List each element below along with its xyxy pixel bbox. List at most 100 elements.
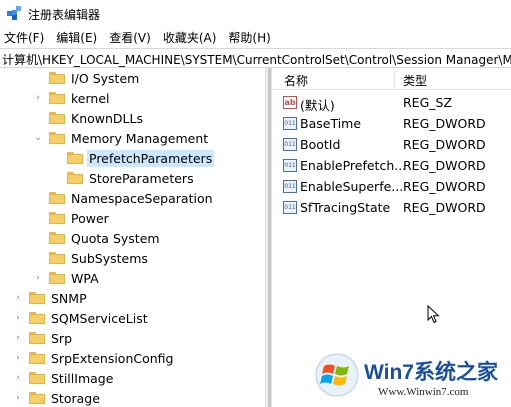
value-name: EnableSuperfe... xyxy=(300,179,404,194)
folder-icon xyxy=(29,312,45,324)
value-row-basetime[interactable]: 011 BaseTime REG_DWORD xyxy=(272,113,511,134)
value-row-enableprefetcher[interactable]: 011 EnablePrefetch... REG_DWORD xyxy=(272,155,511,176)
watermark-url: Www.Winwin7.com xyxy=(378,386,469,398)
tree-node-label: SQMServiceList xyxy=(51,310,148,326)
expand-arrow-icon[interactable]: › xyxy=(13,293,23,303)
tree-node-label: WPA xyxy=(71,270,99,286)
value-row-bootid[interactable]: 011 BootId REG_DWORD xyxy=(272,134,511,155)
value-name: EnablePrefetch... xyxy=(300,158,407,173)
expand-arrow-icon[interactable]: › xyxy=(13,393,23,403)
address-bar[interactable]: 计算机\HKEY_LOCAL_MACHINE\SYSTEM\CurrentCon… xyxy=(0,48,511,68)
expander[interactable] xyxy=(51,153,61,163)
menu-file[interactable]: 文件(F) xyxy=(0,29,50,46)
value-name: (默认) xyxy=(300,98,335,113)
value-name: BootId xyxy=(300,137,341,152)
tree-node-quota-system[interactable]: Quota System xyxy=(33,228,162,248)
tree-node-label: KnownDLLs xyxy=(71,110,143,126)
folder-icon xyxy=(49,252,65,264)
tree-node-wpa[interactable]: › WPA xyxy=(33,268,101,288)
tree-node-srp[interactable]: › Srp xyxy=(13,328,74,348)
menu-edit[interactable]: 编辑(E) xyxy=(50,29,103,46)
menu-favorites[interactable]: 收藏夹(A) xyxy=(157,29,223,46)
value-name: BaseTime xyxy=(300,116,362,131)
folder-icon xyxy=(29,332,45,344)
tree-node-io-system[interactable]: I/O System xyxy=(33,68,141,88)
tree-node-power[interactable]: Power xyxy=(33,208,111,228)
menu-bar: 文件(F) 编辑(E) 查看(V) 收藏夹(A) 帮助(H) xyxy=(0,27,511,47)
value-name: SfTracingState xyxy=(300,200,391,215)
tree-scrollbar[interactable] xyxy=(268,68,271,407)
dword-value-icon: 011 xyxy=(283,117,297,130)
expander[interactable] xyxy=(33,253,43,263)
expander[interactable] xyxy=(33,213,43,223)
tree-node-label: NamespaceSeparation xyxy=(71,190,213,206)
folder-icon xyxy=(49,112,65,124)
folder-icon xyxy=(49,92,65,104)
expander[interactable] xyxy=(33,113,43,123)
address-path[interactable]: 计算机\HKEY_LOCAL_MACHINE\SYSTEM\CurrentCon… xyxy=(2,51,511,67)
tree-node-label: SubSystems xyxy=(71,250,148,266)
folder-icon xyxy=(49,212,65,224)
key-tree-pane[interactable]: I/O System › kernel KnownDLLs ⌄ Memory M… xyxy=(0,68,265,407)
tree-node-memory-management[interactable]: ⌄ Memory Management xyxy=(33,128,210,148)
collapse-arrow-icon[interactable]: ⌄ xyxy=(33,133,43,143)
tree-node-label: PrefetchParameters xyxy=(87,149,215,167)
value-row-enablesuperfetch[interactable]: 011 EnableSuperfe... REG_DWORD xyxy=(272,176,511,197)
regedit-app-icon xyxy=(7,6,21,20)
watermark-brand: Win7系统之家 xyxy=(364,361,498,384)
folder-icon xyxy=(49,272,65,284)
value-type: REG_DWORD xyxy=(403,137,486,152)
folder-icon xyxy=(49,192,65,204)
dword-value-icon: 011 xyxy=(283,138,297,151)
tree-node-label: SNMP xyxy=(51,290,87,306)
expand-arrow-icon[interactable]: › xyxy=(33,93,43,103)
tree-node-storeparameters[interactable]: StoreParameters xyxy=(51,168,196,188)
expand-arrow-icon[interactable]: › xyxy=(13,333,23,343)
tree-node-knowndlls[interactable]: KnownDLLs xyxy=(33,108,145,128)
folder-icon xyxy=(49,72,65,84)
dword-value-icon: 011 xyxy=(283,201,297,214)
value-row-default[interactable]: ab (默认) REG_SZ xyxy=(272,92,511,113)
tree-node-subsystems[interactable]: SubSystems xyxy=(33,248,150,268)
expander[interactable] xyxy=(33,233,43,243)
expand-arrow-icon[interactable]: › xyxy=(13,353,23,363)
expand-arrow-icon[interactable]: › xyxy=(13,373,23,383)
menu-view[interactable]: 查看(V) xyxy=(103,29,157,46)
value-type: REG_DWORD xyxy=(403,158,486,173)
folder-icon xyxy=(67,152,83,164)
dword-value-icon: 011 xyxy=(283,159,297,172)
dword-value-icon: 011 xyxy=(283,180,297,193)
tree-node-label: StillImage xyxy=(51,370,114,386)
tree-node-label: Storage xyxy=(51,390,100,406)
tree-node-srpextensionconfig[interactable]: › SrpExtensionConfig xyxy=(13,348,175,368)
expander[interactable] xyxy=(33,193,43,203)
expander[interactable] xyxy=(51,173,61,183)
windows-logo-icon xyxy=(315,353,359,397)
folder-icon xyxy=(49,232,65,244)
tree-node-prefetchparameters[interactable]: PrefetchParameters xyxy=(51,148,215,168)
column-divider[interactable] xyxy=(394,70,395,88)
column-header-name[interactable]: 名称 xyxy=(284,72,308,89)
tree-node-label: Quota System xyxy=(71,230,160,246)
folder-icon xyxy=(49,132,65,144)
list-header: 名称 类型 xyxy=(272,68,511,90)
tree-node-storage[interactable]: › Storage xyxy=(13,388,102,407)
column-header-type[interactable]: 类型 xyxy=(403,72,427,89)
tree-node-kernel[interactable]: › kernel xyxy=(33,88,112,108)
tree-node-label: StoreParameters xyxy=(89,170,194,186)
tree-node-stillimage[interactable]: › StillImage xyxy=(13,368,115,388)
tree-node-label: Srp xyxy=(51,330,73,346)
expand-arrow-icon[interactable]: › xyxy=(33,273,43,283)
folder-icon xyxy=(29,372,45,384)
tree-node-sqmservicelist[interactable]: › SQMServiceList xyxy=(13,308,150,328)
value-row-sftracingstate[interactable]: 011 SfTracingState REG_DWORD xyxy=(272,197,511,218)
expander[interactable] xyxy=(33,73,43,83)
tree-node-label: Memory Management xyxy=(71,130,209,146)
value-type: REG_DWORD xyxy=(403,179,486,194)
menu-help[interactable]: 帮助(H) xyxy=(222,29,276,46)
value-type: REG_DWORD xyxy=(403,116,486,131)
tree-node-namespaceseparation[interactable]: NamespaceSeparation xyxy=(33,188,215,208)
window-title: 注册表编辑器 xyxy=(28,8,101,22)
expand-arrow-icon[interactable]: › xyxy=(13,313,23,323)
tree-node-snmp[interactable]: › SNMP xyxy=(13,288,89,308)
